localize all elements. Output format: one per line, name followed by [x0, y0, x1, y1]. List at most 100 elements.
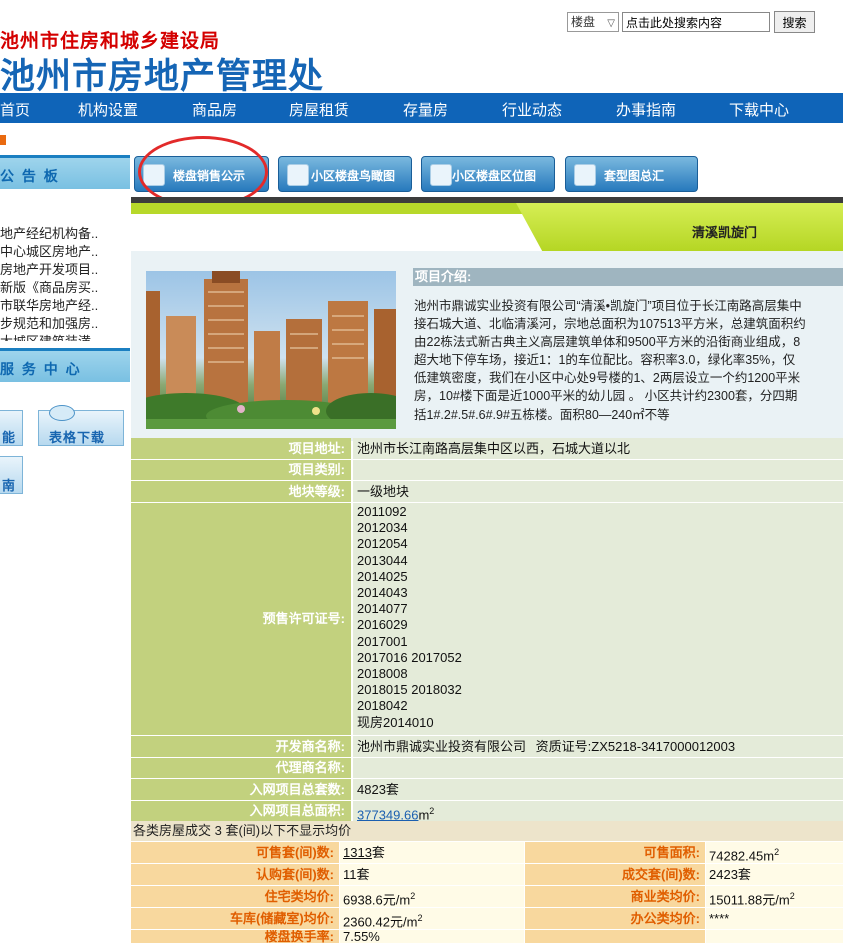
turnover-label: 楼盘换手率:	[131, 930, 339, 943]
form-download-button[interactable]: 表格下载	[38, 405, 124, 446]
units-label: 入网项目总套数:	[131, 779, 351, 800]
notice-item[interactable]: 市联华房地产经..	[0, 295, 128, 314]
garage-price-sup: 2	[417, 913, 423, 923]
notice-item[interactable]: 大城区建筑装潢..	[0, 331, 128, 341]
permit-list: 2011092 2012034 2012054 2013044 2014025 …	[353, 503, 843, 735]
notice-item[interactable]: 房地产开发项目..	[0, 259, 128, 278]
address-label: 项目地址:	[131, 438, 351, 459]
notice-item[interactable]: 地产经纪机构备..	[0, 223, 128, 242]
project-name: 清溪凯旋门	[692, 225, 758, 240]
available-units-unit: 套	[371, 845, 385, 860]
nav-existing-housing[interactable]: 存量房	[403, 99, 448, 120]
notice-item[interactable]: 新版《商品房买..	[0, 277, 128, 296]
notice-item[interactable]: 中心城区房地产..	[0, 241, 128, 260]
stats-row: 可售套(间)数: 1313套 可售面积: 74282.45m2	[131, 842, 843, 864]
intro-line: 括1#.2#.5#.6#.9#五栋楼。面积80—240㎡不等	[414, 407, 670, 422]
permit-number: 2014043	[357, 585, 408, 601]
available-area-sup: 2	[774, 847, 780, 857]
function-button[interactable]: 能	[0, 410, 23, 446]
permit-number: 2012054	[357, 536, 408, 552]
units-value: 4823套	[353, 779, 843, 800]
search-input[interactable]	[622, 12, 770, 32]
tab-label: 小区楼盘区位图	[452, 169, 537, 183]
available-units-link[interactable]: 1313	[343, 845, 372, 860]
intro-line: 超大地下停车场，接近1：1的车位配比。容积率3.0，绿化率35%，仅	[414, 353, 796, 368]
garage-price-label: 车库(储藏室)均价:	[131, 908, 339, 929]
function-button-label: 能	[2, 430, 16, 445]
tab-label: 套型图总汇	[604, 169, 665, 183]
available-area-label: 可售面积:	[525, 842, 705, 863]
stats-row: 认购套(间)数: 11套 成交套(间)数: 2423套	[131, 864, 843, 886]
plug-icon	[574, 164, 596, 186]
info-row-grade: 地块等级: 一级地块	[131, 481, 843, 502]
permit-label: 预售许可证号:	[131, 503, 351, 735]
residential-price-text: 6938.6元/m	[343, 892, 411, 908]
available-area-value: 74282.45m2	[706, 842, 843, 863]
category-value	[353, 460, 843, 480]
permit-number: 2014077	[357, 601, 408, 617]
info-row-developer: 开发商名称: 池州市鼎诚实业投资有限公司 资质证号:ZX5218-3417000…	[131, 736, 843, 757]
area-value: 377349.66m2	[353, 801, 843, 822]
permit-number: 2018015 2018032	[357, 682, 462, 698]
info-row-area: 入网项目总面积: 377349.66m2	[131, 801, 843, 822]
grade-value: 一级地块	[353, 481, 843, 502]
sidebar-marker	[0, 135, 6, 145]
commercial-price-sup: 2	[789, 891, 795, 901]
service-center-title: 服 务 中 心	[0, 348, 130, 382]
search-button[interactable]: 搜索	[774, 11, 815, 33]
intro-line: 接石城大道、北临清溪河，宗地总面积为107513平方米，总建筑面积约	[414, 317, 806, 332]
info-row-category: 项目类别:	[131, 460, 843, 480]
residential-price-sup: 2	[410, 891, 416, 901]
qualification-number: 资质证号:ZX5218-3417000012003	[535, 739, 736, 754]
nav-guide[interactable]: 办事指南	[616, 99, 676, 120]
garage-price-value: 2360.42元/m2	[340, 908, 524, 929]
main-nav: 首页 机构设置 商品房 房屋租赁 存量房 行业动态 办事指南 下载中心	[0, 93, 843, 123]
nav-commercial-housing[interactable]: 商品房	[192, 99, 237, 120]
garage-price-text: 2360.42元/m	[343, 914, 418, 930]
developer-label: 开发商名称:	[131, 736, 351, 757]
mouse-icon	[49, 405, 75, 421]
agent-value	[353, 758, 843, 778]
intro-line: 房，10#楼下面是近1000平米的幼儿园 。 小区共计约2300套，分四期	[414, 389, 798, 404]
commercial-price-text: 15011.88元/m	[709, 892, 790, 908]
tab-aerial-view[interactable]: 小区楼盘鸟瞰图	[278, 156, 412, 192]
project-name-tab	[516, 203, 843, 251]
guide-button[interactable]: 南	[0, 456, 23, 494]
project-intro-title: 项目介绍:	[413, 268, 843, 286]
notice-item[interactable]: 步规范和加强房..	[0, 313, 128, 332]
intro-line: 低建筑密度，我们在小区中心处9号楼的1、2两层设立一个约1200平米	[414, 371, 801, 386]
permit-number: 2011092	[357, 504, 407, 519]
residential-price-value: 6938.6元/m2	[340, 886, 524, 907]
available-area-text: 74282.45m	[709, 848, 775, 864]
permit-number: 2014025	[357, 568, 408, 584]
speaker-icon	[430, 164, 452, 186]
stats-empty-value	[706, 930, 843, 943]
search-category-select[interactable]: 楼盘 ▽	[567, 12, 619, 32]
developer-name: 池州市鼎诚实业投资有限公司	[357, 739, 527, 754]
permit-number: 2017016 2017052	[357, 649, 462, 665]
nav-rental[interactable]: 房屋租赁	[289, 99, 349, 120]
subscribed-units-label: 认购套(间)数:	[131, 864, 339, 885]
stats-row: 楼盘换手率: 7.55%	[131, 930, 843, 952]
developer-value: 池州市鼎诚实业投资有限公司 资质证号:ZX5218-3417000012003	[353, 736, 843, 757]
permit-number: 2018042	[357, 698, 408, 714]
stats-header: 各类房屋成交 3 套(间)以下不显示均价	[131, 821, 843, 841]
form-download-label: 表格下载	[49, 430, 106, 445]
permit-number: 2013044	[357, 552, 408, 568]
commercial-price-value: 15011.88元/m2	[706, 886, 843, 907]
tab-floor-plans[interactable]: 套型图总汇	[565, 156, 698, 192]
nav-organization[interactable]: 机构设置	[78, 99, 138, 120]
available-units-value: 1313套	[340, 842, 524, 863]
permit-number: 2016029	[357, 617, 408, 633]
search-category-value: 楼盘	[571, 15, 596, 29]
info-row-agent: 代理商名称:	[131, 758, 843, 778]
guide-button-label: 南	[2, 478, 16, 493]
nav-industry-news[interactable]: 行业动态	[502, 99, 562, 120]
nav-download[interactable]: 下载中心	[729, 99, 789, 120]
nav-home[interactable]: 首页	[0, 99, 30, 120]
stats-row: 车库(储藏室)均价: 2360.42元/m2 办公类均价: ****	[131, 908, 843, 930]
residential-price-label: 住宅类均价:	[131, 886, 339, 907]
tab-location-map[interactable]: 小区楼盘区位图	[421, 156, 555, 192]
permit-number: 2012034	[357, 520, 408, 536]
office-price-value: ****	[706, 908, 843, 929]
